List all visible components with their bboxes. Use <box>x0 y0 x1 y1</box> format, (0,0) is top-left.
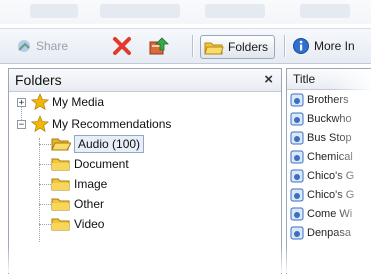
collapse-my-recommendations-toggle[interactable]: − <box>17 120 26 130</box>
share-button[interactable]: Share <box>16 35 68 57</box>
toolbar-separator <box>192 35 193 57</box>
tree-connector <box>39 224 51 225</box>
folder-icon <box>51 218 70 231</box>
tree-item-image[interactable]: Image <box>51 174 107 194</box>
list-item-title: Chico's G <box>307 188 355 201</box>
column-header-title[interactable]: Title <box>287 69 371 90</box>
list-item[interactable]: Chico's G <box>287 166 371 185</box>
folder-icon <box>51 198 70 211</box>
tree-connector <box>39 164 51 165</box>
toolbar-separator <box>284 35 285 57</box>
tree-item-label: Audio (100) <box>74 135 145 153</box>
folder-icon <box>51 178 70 191</box>
more-info-icon <box>293 38 309 54</box>
star-icon <box>31 93 49 111</box>
share-icon <box>18 40 30 52</box>
tree-item-label: My Media <box>52 95 105 109</box>
audio-file-icon <box>290 131 304 144</box>
list-item[interactable]: Come Wi <box>287 204 371 223</box>
list-item-title: Come Wi <box>307 207 353 220</box>
import-icon <box>149 37 169 55</box>
list-item[interactable]: Chemical <box>287 147 371 166</box>
audio-file-icon <box>290 112 304 125</box>
list-item-title: Denpasa <box>307 226 352 239</box>
menu-strip <box>0 0 371 24</box>
folders-toggle-button[interactable]: Folders <box>200 35 276 59</box>
list-item-title: Chemical <box>307 150 353 163</box>
folder-icon <box>51 158 70 171</box>
tree-item-my-recommendations[interactable]: My Recommendations <box>31 114 171 134</box>
list-item-title: Buckwho <box>307 112 352 125</box>
tree-connector <box>39 144 51 145</box>
star-icon <box>31 115 49 133</box>
list-item-title: Chico's G <box>307 169 355 182</box>
import-button[interactable] <box>148 35 170 57</box>
tree-item-label: My Recommendations <box>52 117 172 131</box>
expand-my-media-toggle[interactable]: + <box>17 98 26 108</box>
audio-file-icon <box>290 93 304 106</box>
list-item[interactable]: Denpasa <box>287 223 371 242</box>
faded-menu-item <box>300 4 350 18</box>
close-panel-button[interactable]: × <box>264 69 273 91</box>
faded-menu-item <box>205 4 265 18</box>
delete-button[interactable] <box>112 35 132 57</box>
tree-connector <box>21 106 22 120</box>
audio-file-icon <box>290 150 304 163</box>
faded-menu-item <box>30 4 78 18</box>
tree-connector <box>39 184 51 185</box>
audio-file-icon <box>290 169 304 182</box>
list-item[interactable]: Buckwho <box>287 109 371 128</box>
tree-item-label: Other <box>74 197 105 211</box>
list-item[interactable]: Bus Stop <box>287 128 371 147</box>
tree-item-other[interactable]: Other <box>51 194 104 214</box>
tree-connector <box>39 138 40 242</box>
tree-connector <box>39 204 51 205</box>
tree-item-document[interactable]: Document <box>51 154 129 174</box>
media-list-panel: Title Brothers Buckwho Bus Stop Chemical… <box>286 68 371 274</box>
list-item-title: Brothers <box>307 93 349 106</box>
more-info-label: More In <box>314 39 355 53</box>
tree-item-label: Video <box>74 217 105 231</box>
tree-item-label: Image <box>74 177 108 191</box>
folders-panel-title: Folders <box>15 72 62 88</box>
list-item[interactable]: Brothers <box>287 90 371 109</box>
audio-file-icon <box>290 188 304 201</box>
tree-item-video[interactable]: Video <box>51 214 104 234</box>
folders-icon <box>204 42 224 55</box>
tree-item-my-media[interactable]: My Media <box>31 92 104 112</box>
toolbar: Share Folders More In <box>0 28 371 64</box>
folders-panel-header: Folders × <box>9 69 281 92</box>
list-item[interactable]: Chico's G <box>287 185 371 204</box>
list-item-title: Bus Stop <box>307 131 352 144</box>
audio-file-icon <box>290 226 304 239</box>
faded-menu-item <box>100 4 180 18</box>
folders-label: Folders <box>228 40 269 54</box>
open-folder-icon <box>51 138 71 151</box>
tree-item-label: Document <box>74 157 129 171</box>
folders-panel: Folders × + My Media − My Recommendation… <box>8 68 282 274</box>
audio-file-icon <box>290 207 304 220</box>
more-info-button[interactable]: More In <box>292 35 355 57</box>
tree-item-audio[interactable]: Audio (100) <box>51 134 145 154</box>
delete-icon <box>113 37 131 55</box>
share-label: Share <box>36 39 69 53</box>
